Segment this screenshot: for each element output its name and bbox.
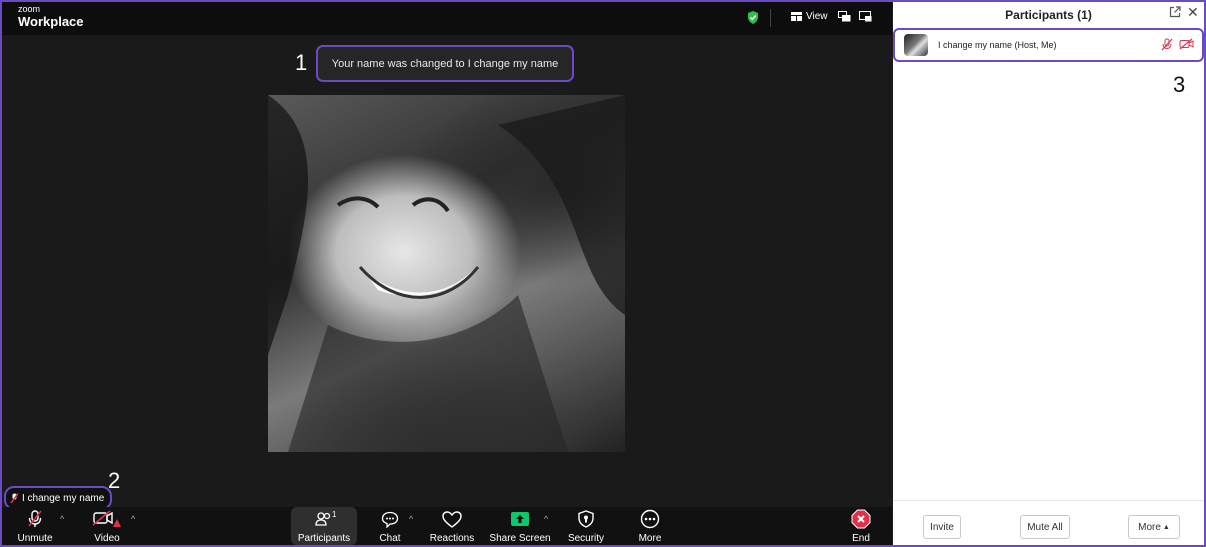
video-off-icon	[92, 510, 121, 527]
participant-video	[268, 95, 625, 452]
chat-bubble-icon	[381, 511, 399, 528]
end-label: End	[852, 533, 870, 544]
end-call-icon	[851, 509, 871, 529]
share-screen-icon	[511, 512, 529, 526]
panel-title: Participants (1)	[1005, 8, 1092, 22]
audio-options-chevron-icon[interactable]: ^	[60, 514, 64, 524]
security-shield-icon	[578, 510, 594, 528]
annotation-marker-3: 3	[1173, 72, 1186, 97]
reactions-label: Reactions	[429, 533, 475, 544]
top-bar: zoom Workplace View	[2, 2, 892, 35]
participant-video-off-icon[interactable]	[1179, 38, 1194, 50]
encryption-shield-icon[interactable]	[747, 11, 759, 24]
annotation-marker-2: 2	[108, 468, 121, 493]
participants-icon	[315, 512, 331, 526]
participant-name: I change my name (Host, Me)	[938, 40, 1057, 50]
name-changed-notification: Your name was changed to I change my nam…	[316, 45, 574, 82]
share-screen-button[interactable]: Share Screen	[489, 507, 551, 545]
panel-more-label: More	[1138, 521, 1161, 533]
unmute-button[interactable]: Unmute	[16, 507, 54, 545]
security-button[interactable]: Security	[567, 507, 605, 545]
participants-panel: Participants (1) ✕ I change my name (Hos…	[893, 2, 1204, 545]
panel-more-button[interactable]: More ▲	[1128, 515, 1180, 539]
grid-view-icon	[791, 12, 802, 21]
view-button[interactable]: View	[791, 11, 828, 22]
mute-all-button[interactable]: Mute All	[1020, 515, 1070, 539]
muted-mic-icon	[10, 492, 19, 503]
end-meeting-button[interactable]: End	[842, 507, 880, 545]
invite-button[interactable]: Invite	[923, 515, 961, 539]
video-label: Video	[94, 533, 120, 544]
chat-options-chevron-icon[interactable]: ^	[409, 514, 413, 524]
meeting-area: zoom Workplace View 1 Your name was chan…	[2, 2, 892, 545]
annotation-marker-1: 1	[295, 50, 308, 75]
logo-small-text: zoom	[18, 4, 41, 14]
heart-icon	[442, 510, 462, 528]
participant-avatar	[904, 34, 928, 56]
video-frame-image	[268, 95, 625, 452]
video-options-chevron-icon[interactable]: ^	[131, 514, 135, 524]
name-tag-text: I change my name	[22, 492, 105, 504]
participants-label: Participants	[297, 533, 351, 544]
notification-text: Your name was changed to I change my nam…	[331, 57, 559, 70]
view-label: View	[806, 11, 828, 22]
pop-out-icon[interactable]	[1169, 6, 1181, 18]
participant-muted-mic-icon[interactable]	[1161, 38, 1173, 51]
security-label: Security	[567, 533, 605, 544]
participant-row[interactable]: I change my name (Host, Me)	[893, 28, 1204, 62]
zoom-window: zoom Workplace View 1 Your name was chan…	[2, 2, 1204, 545]
unmute-label: Unmute	[17, 533, 53, 544]
share-screen-label: Share Screen	[489, 533, 551, 544]
meeting-controls-bar: Unmute ^ Video ^ 1 Participants Chat ^ R…	[2, 507, 892, 545]
reactions-button[interactable]: Reactions	[430, 507, 474, 545]
close-panel-icon[interactable]: ✕	[1187, 4, 1199, 21]
top-bar-divider	[770, 9, 771, 27]
caret-up-icon: ▲	[1162, 523, 1170, 531]
participants-count-badge: 1	[332, 510, 337, 519]
chat-label: Chat	[379, 533, 401, 544]
microphone-muted-icon	[28, 510, 42, 527]
start-video-button[interactable]: Video	[88, 507, 126, 545]
more-dots-icon	[640, 509, 660, 529]
participants-button[interactable]: 1 Participants	[291, 507, 357, 545]
picture-in-picture-icon[interactable]	[838, 11, 851, 22]
chat-button[interactable]: Chat	[371, 507, 409, 545]
panel-footer: Invite Mute All More ▲	[893, 500, 1204, 545]
logo-main-text: Workplace	[18, 14, 84, 29]
more-button[interactable]: More	[631, 507, 669, 545]
share-options-chevron-icon[interactable]: ^	[544, 514, 548, 524]
app-logo: zoom Workplace	[18, 4, 84, 29]
minimize-window-icon[interactable]	[859, 11, 872, 22]
participant-status-icons	[1161, 38, 1194, 51]
more-label: More	[638, 533, 662, 544]
